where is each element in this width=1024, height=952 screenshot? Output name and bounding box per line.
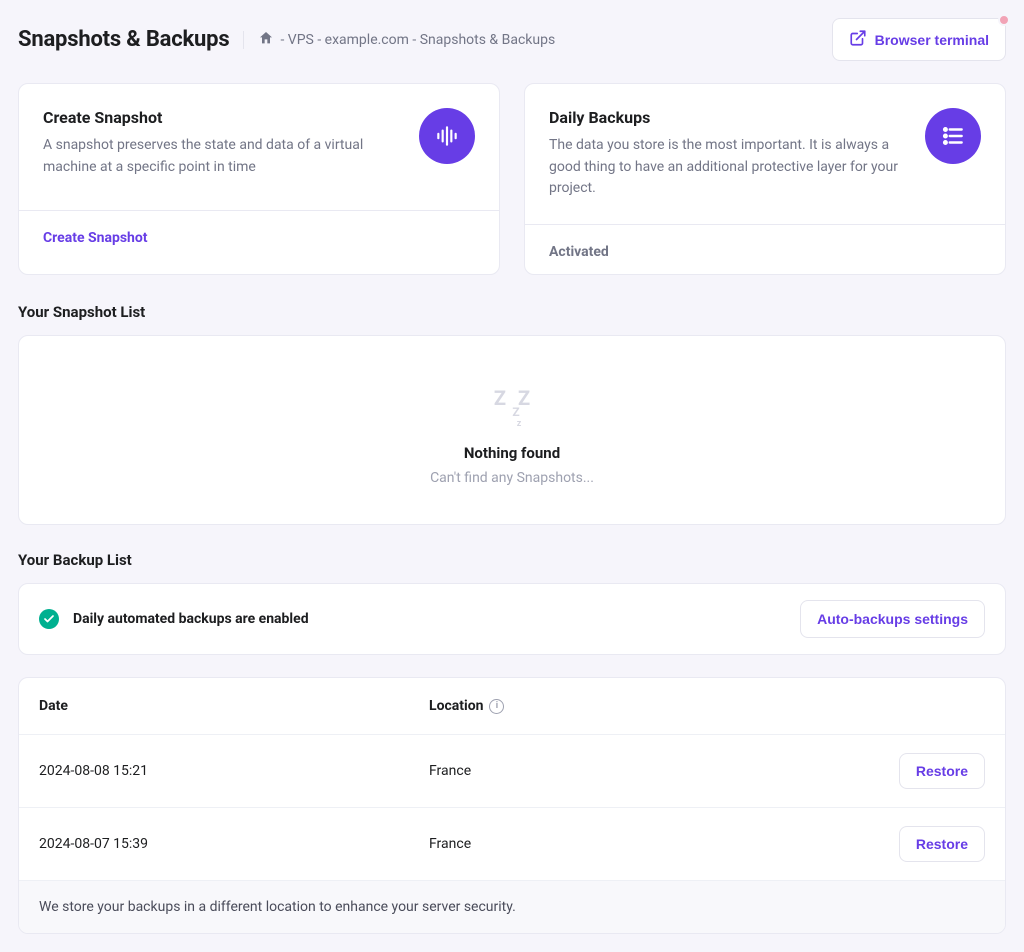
snapshot-list-panel: ZZ Z z Nothing found Can't find any Snap… xyxy=(18,335,1006,525)
info-icon[interactable]: i xyxy=(489,699,504,714)
backup-status-panel: Daily automated backups are enabled Auto… xyxy=(18,583,1006,655)
row-location: France xyxy=(429,836,875,852)
page-title: Snapshots & Backups xyxy=(18,27,229,52)
backup-list-heading: Your Backup List xyxy=(18,551,1006,569)
backup-status-text: Daily automated backups are enabled xyxy=(73,611,786,627)
restore-button[interactable]: Restore xyxy=(899,753,985,789)
column-date: Date xyxy=(39,698,429,714)
column-location: Location i xyxy=(429,698,875,714)
check-icon xyxy=(39,609,59,629)
create-snapshot-card: Create Snapshot A snapshot preserves the… xyxy=(18,83,500,275)
backups-status-label: Activated xyxy=(549,244,609,260)
backup-table: Date Location i 2024-08-08 15:21 France … xyxy=(18,677,1006,934)
backups-card-desc: The data you store is the most important… xyxy=(549,135,907,200)
create-snapshot-button[interactable]: Create Snapshot xyxy=(43,230,148,246)
browser-terminal-label: Browser terminal xyxy=(875,32,989,48)
table-footer-note: We store your backups in a different loc… xyxy=(19,881,1005,933)
browser-terminal-button[interactable]: Browser terminal xyxy=(832,18,1006,61)
external-link-icon xyxy=(849,29,867,50)
divider xyxy=(243,31,244,49)
row-location: France xyxy=(429,763,875,779)
home-icon[interactable] xyxy=(258,30,274,50)
daily-backups-card: Daily Backups The data you store is the … xyxy=(524,83,1006,275)
row-date: 2024-08-08 15:21 xyxy=(39,763,429,779)
row-date: 2024-08-07 15:39 xyxy=(39,836,429,852)
snapshot-card-desc: A snapshot preserves the state and data … xyxy=(43,135,401,178)
status-dot xyxy=(998,14,1010,26)
restore-button[interactable]: Restore xyxy=(899,826,985,862)
table-row: 2024-08-08 15:21 France Restore xyxy=(19,735,1005,808)
auto-backups-settings-button[interactable]: Auto-backups settings xyxy=(800,600,985,638)
backups-card-title: Daily Backups xyxy=(549,108,907,127)
column-location-label: Location xyxy=(429,698,483,714)
table-row: 2024-08-07 15:39 France Restore xyxy=(19,808,1005,881)
empty-title: Nothing found xyxy=(39,444,985,462)
snapshot-list-heading: Your Snapshot List xyxy=(18,303,1006,321)
snapshot-card-title: Create Snapshot xyxy=(43,108,401,127)
empty-subtitle: Can't find any Snapshots... xyxy=(39,470,985,486)
waveform-icon xyxy=(419,108,475,164)
sleep-icon: ZZ Z z xyxy=(39,378,985,438)
breadcrumb-text: - VPS - example.com - Snapshots & Backup… xyxy=(280,32,555,48)
table-header: Date Location i xyxy=(19,678,1005,735)
list-icon xyxy=(925,108,981,164)
breadcrumb[interactable]: - VPS - example.com - Snapshots & Backup… xyxy=(258,30,555,50)
